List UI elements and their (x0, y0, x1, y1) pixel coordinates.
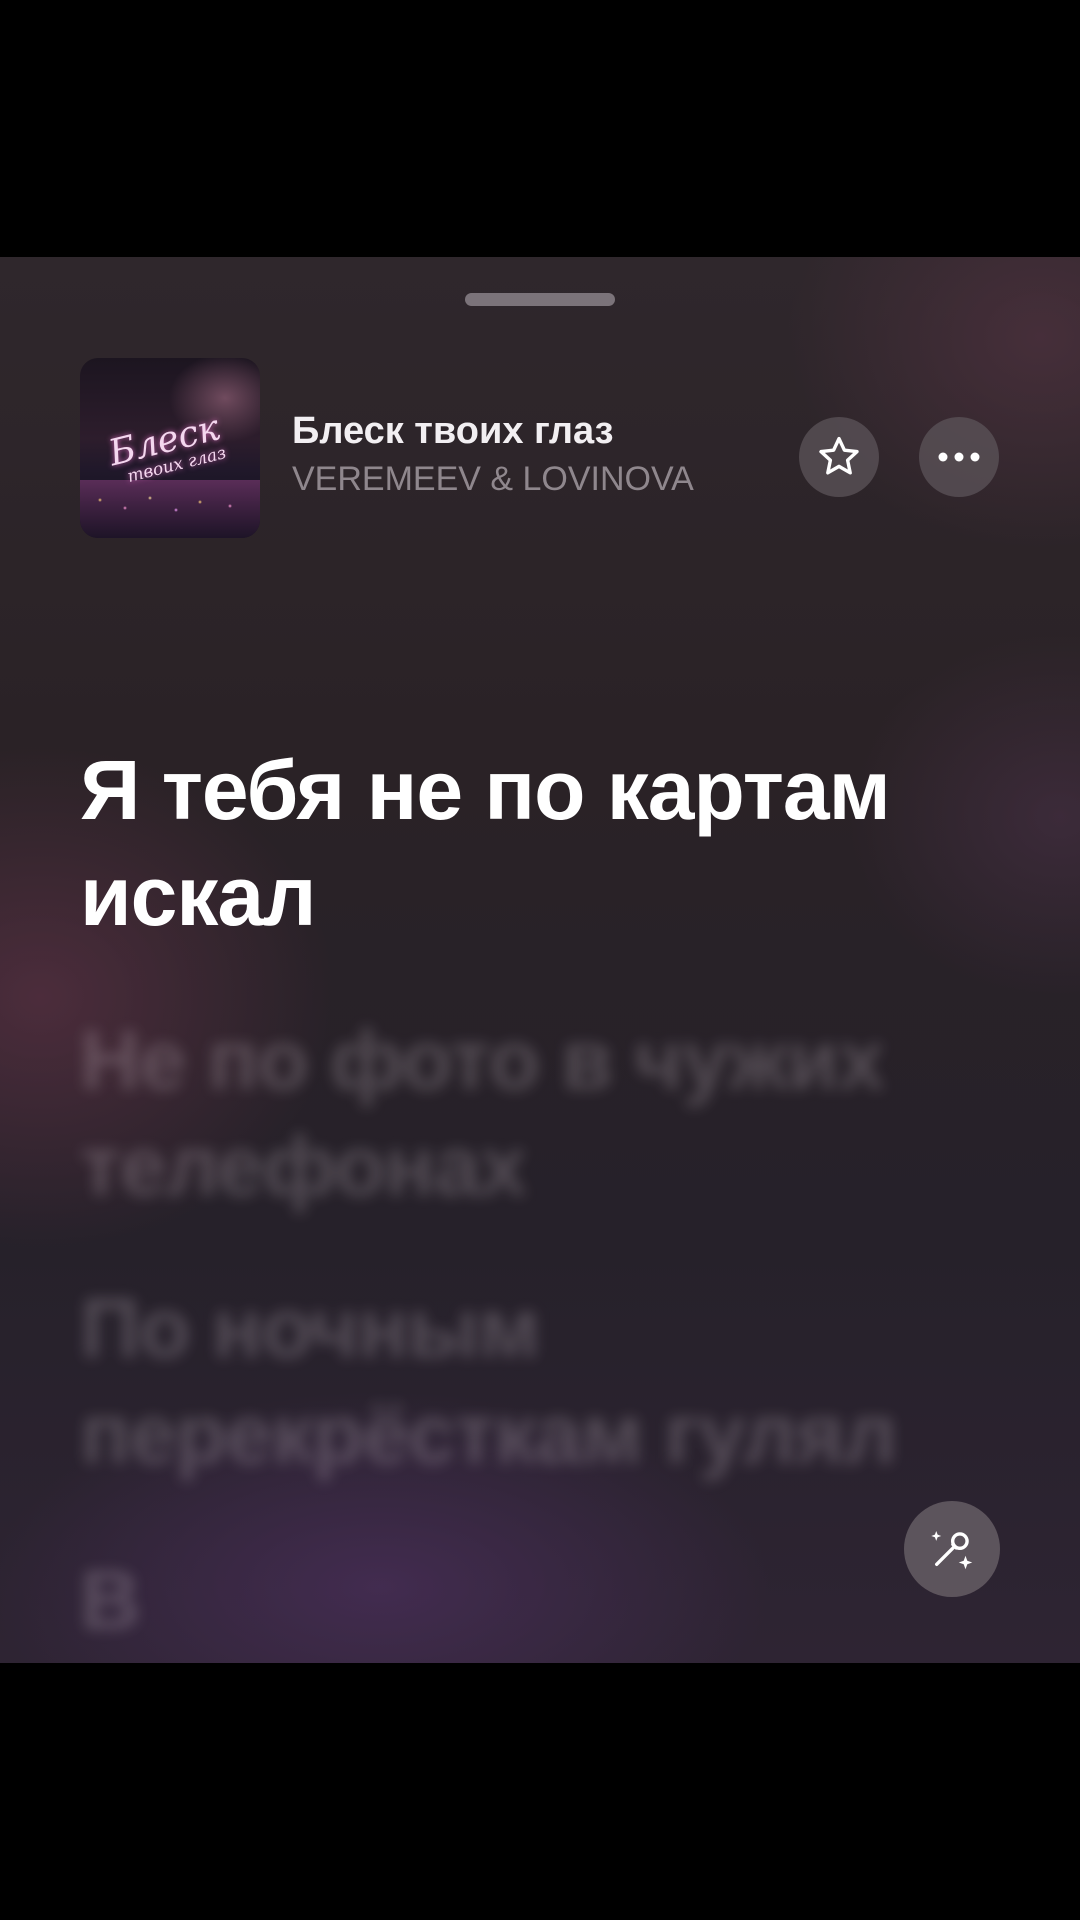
lyric-line-next[interactable]: Не по фото в чужих телефонах (80, 1007, 980, 1219)
sing-mode-button[interactable] (904, 1501, 1000, 1597)
sheet-grabber-handle[interactable] (465, 293, 615, 306)
lyric-line-current[interactable]: Я тебя не по картам искал (80, 737, 980, 949)
ellipsis-icon (938, 452, 980, 462)
lyric-line-upcoming[interactable]: По ночным перекрёсткам гулял (80, 1275, 980, 1487)
star-icon (819, 436, 859, 475)
album-artwork-city-lights (80, 480, 260, 538)
top-letterbox (0, 0, 1080, 257)
lyrics-sheet: Блеск твоих глаз Блеск твоих глаз VEREME… (0, 257, 1080, 1663)
bottom-letterbox (0, 1663, 1080, 1920)
more-options-button[interactable] (919, 417, 999, 497)
lyric-line-partial[interactable]: В (80, 1547, 780, 1653)
song-artist[interactable]: VEREMEEV & LOVINOVA (292, 460, 694, 499)
song-title: Блеск твоих глаз (292, 410, 614, 452)
album-artwork[interactable]: Блеск твоих глаз (80, 358, 260, 538)
microphone-sparkles-icon (931, 1531, 973, 1570)
album-artwork-script-title: Блеск твоих глаз (104, 407, 229, 487)
favorite-button[interactable] (799, 417, 879, 497)
